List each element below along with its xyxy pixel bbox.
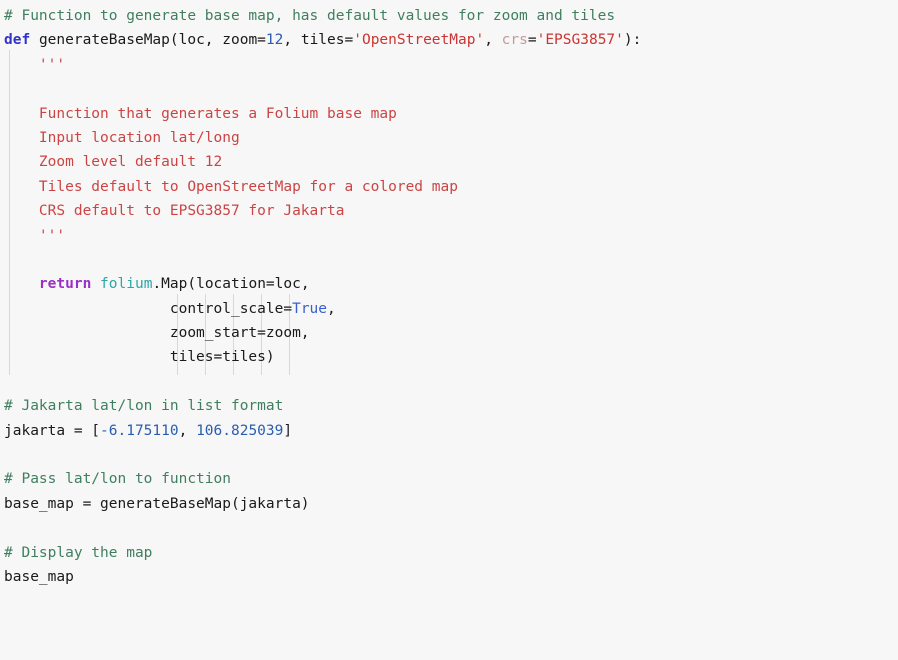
code-token-docstring: CRS default to EPSG3857 for Jakarta (4, 203, 345, 220)
code-line[interactable]: # Function to generate base map, has def… (4, 4, 898, 28)
code-token-plain: .Map(location=loc, (152, 276, 310, 293)
code-token-number: 12 (265, 32, 284, 49)
code-token-plain: , (327, 300, 336, 317)
code-token-docstring: Tiles default to OpenStreetMap for a col… (4, 178, 458, 195)
code-token-parameter: crs (501, 32, 528, 49)
code-line[interactable]: # Display the map (4, 541, 898, 565)
code-token-comment: # Display the map (4, 544, 153, 561)
code-line[interactable]: ''' (4, 53, 898, 77)
code-token-comment: # Jakarta lat/lon in list format (4, 398, 284, 415)
code-token-plain: ] (283, 422, 293, 439)
code-token-docstring: Zoom level default 12 (4, 154, 223, 171)
code-token-plain: ): (623, 32, 642, 49)
code-line[interactable] (4, 370, 898, 394)
code-token-boolean: True (292, 300, 328, 317)
code-line[interactable]: tiles=tiles) (4, 345, 898, 369)
code-line[interactable] (4, 248, 898, 272)
code-line[interactable] (4, 516, 898, 540)
code-line[interactable]: jakarta = [-6.175110, 106.825039] (4, 419, 898, 443)
code-line[interactable]: return folium.Map(location=loc, (4, 272, 898, 296)
code-token-plain: zoom_start=zoom, (4, 325, 310, 342)
code-token-plain: control_scale= (4, 300, 293, 317)
code-line[interactable]: CRS default to EPSG3857 for Jakarta (4, 199, 898, 223)
code-token-string: 'OpenStreetMap' (353, 32, 485, 49)
code-line[interactable]: ''' (4, 224, 898, 248)
code-token-return_keyword: return (38, 276, 92, 293)
code-line[interactable]: # Jakarta lat/lon in list format (4, 394, 898, 418)
code-line[interactable]: control_scale=True, (4, 297, 898, 321)
code-line[interactable]: def generateBaseMap(loc, zoom=12, tiles=… (4, 28, 898, 52)
code-line[interactable]: base_map (4, 565, 898, 589)
code-token-plain: , (484, 32, 502, 49)
code-token-plain: , tiles= (283, 32, 354, 49)
code-token-plain: tiles=tiles) (4, 349, 275, 366)
code-line[interactable]: base_map = generateBaseMap(jakarta) (4, 492, 898, 516)
code-token-module: folium (100, 276, 153, 293)
code-line[interactable]: zoom_start=zoom, (4, 321, 898, 345)
code-line[interactable]: Zoom level default 12 (4, 150, 898, 174)
code-token-plain: base_map (4, 568, 74, 585)
code-token-comment: # Function to generate base map, has def… (4, 8, 616, 24)
code-line[interactable]: # Pass lat/lon to function (4, 467, 898, 491)
code-token-plain: generateBaseMap(loc, zoom= (38, 32, 266, 49)
code-line[interactable]: Function that generates a Folium base ma… (4, 102, 898, 126)
code-line[interactable]: Tiles default to OpenStreetMap for a col… (4, 175, 898, 199)
code-token-plain: jakarta = [ (4, 422, 101, 439)
code-token-comment: # Pass lat/lon to function (4, 471, 231, 488)
code-token-string: 'EPSG3857' (536, 32, 624, 49)
code-token-plain: base_map = generateBaseMap(jakarta) (4, 495, 310, 512)
code-editor-view: # Function to generate base map, has def… (0, 0, 898, 660)
code-token-docstring: ''' (4, 227, 66, 244)
code-token-keyword: def (4, 32, 31, 49)
code-token-docstring: ''' (4, 56, 66, 73)
code-token-number: -6.175110 (100, 422, 179, 439)
code-token-number: 106.825039 (196, 422, 284, 439)
code-block: # Function to generate base map, has def… (0, 4, 898, 589)
code-token-plain: = (527, 32, 537, 49)
code-line[interactable] (4, 77, 898, 101)
code-line[interactable] (4, 443, 898, 467)
code-token-plain: , (178, 422, 197, 439)
code-line[interactable]: Input location lat/long (4, 126, 898, 150)
code-token-docstring: Function that generates a Folium base ma… (4, 105, 397, 122)
code-token-docstring: Input location lat/long (4, 129, 240, 146)
